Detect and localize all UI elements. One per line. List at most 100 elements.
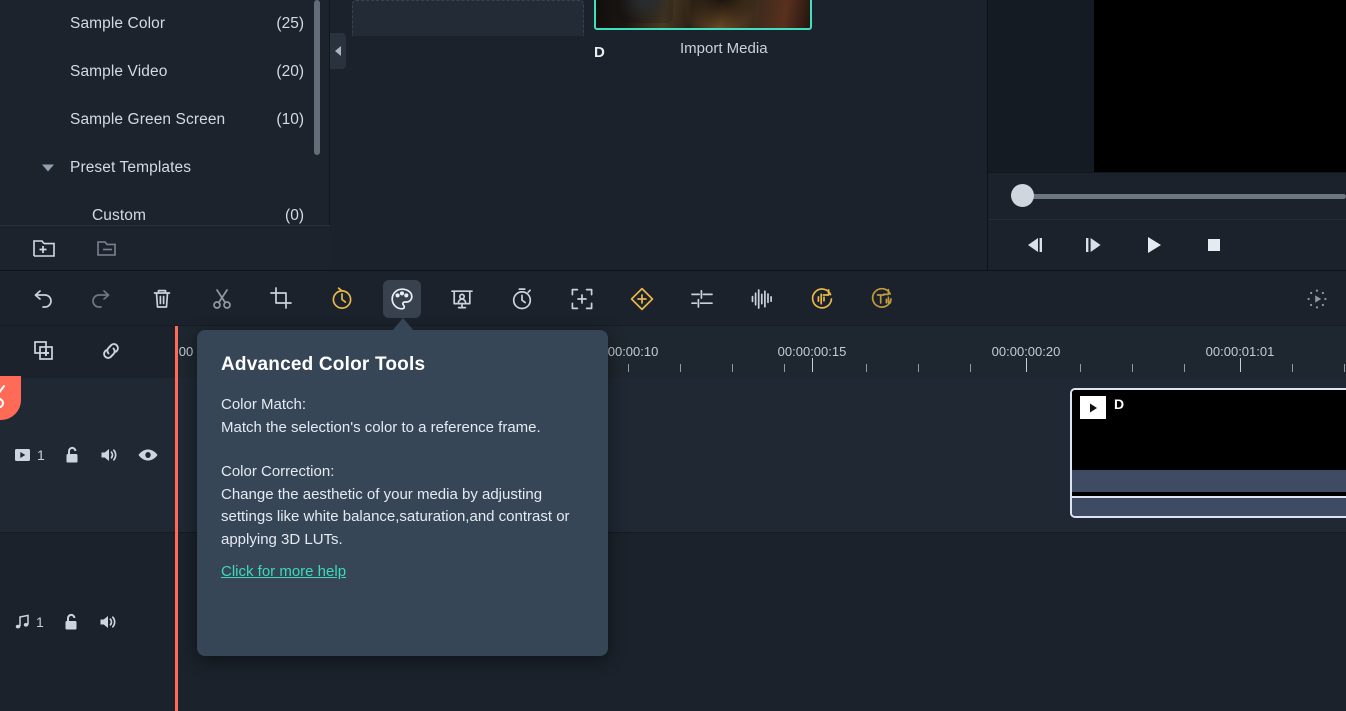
link-icon[interactable] — [98, 338, 124, 364]
speaker-icon[interactable] — [98, 613, 118, 631]
media-item-title: D — [594, 44, 605, 61]
tooltip-help-link[interactable]: Click for more help — [221, 563, 346, 580]
auto-captions-button[interactable] — [863, 280, 901, 318]
unlock-icon[interactable] — [62, 612, 80, 632]
preview-player — [988, 0, 1346, 270]
speed-button[interactable] — [323, 280, 361, 318]
delete-button[interactable] — [143, 280, 181, 318]
preview-transport-controls — [988, 219, 1346, 270]
timeline-tools — [0, 326, 175, 376]
chevron-down-icon[interactable] — [42, 164, 54, 172]
library-tree-item-label: Sample Video — [70, 63, 168, 80]
library-tree-item-label: Custom — [92, 207, 147, 224]
step-back-icon[interactable] — [1018, 230, 1050, 260]
library-tree-item[interactable]: Preset Templates — [0, 144, 330, 192]
stop-icon[interactable] — [1198, 230, 1230, 260]
redo-button[interactable] — [83, 280, 121, 318]
library-sidebar: Sample Color (25) Sample Video (20) Sample G… — [0, 0, 330, 270]
video-track-icon[interactable]: 1 — [14, 447, 45, 463]
tooltip-section2-text: Change the aesthetic of your media by ad… — [221, 485, 570, 548]
audio-track-number: 1 — [36, 614, 44, 630]
render-preview-button[interactable] — [1298, 280, 1336, 318]
playhead[interactable] — [175, 326, 178, 711]
media-thumbnail[interactable] — [594, 0, 812, 30]
library-tree-item-label: Preset Templates — [70, 159, 192, 176]
library-tree-item[interactable]: Sample Green Screen (10) — [0, 96, 330, 144]
speaker-icon[interactable] — [99, 446, 119, 464]
keyframe-button[interactable] — [623, 280, 661, 318]
media-browser: Import Media D — [330, 0, 988, 270]
ruler-tick-major — [1240, 358, 1241, 372]
clip-title: D — [1114, 396, 1125, 412]
audio-mixer-button[interactable] — [683, 280, 721, 318]
ruler-tick — [784, 364, 785, 372]
media-item[interactable]: D — [594, 0, 812, 61]
audio-track-header: 1 — [0, 533, 175, 711]
preview-seekbar[interactable] — [988, 172, 1346, 219]
seek-rail[interactable] — [1021, 194, 1346, 199]
audio-circle-icon — [809, 286, 835, 312]
ruler-tick-major — [1026, 358, 1027, 372]
library-tree-item-count: (10) — [276, 111, 304, 128]
ruler-tick — [732, 364, 733, 372]
video-track-header: 1 — [0, 378, 175, 532]
speed-gauge-icon — [329, 286, 355, 312]
crop-button[interactable] — [263, 280, 301, 318]
eye-icon[interactable] — [137, 447, 159, 463]
undo-button[interactable] — [23, 280, 61, 318]
auto-reframe-button[interactable] — [563, 280, 601, 318]
ruler-timecode-label: 00 — [178, 344, 194, 359]
remove-folder-icon[interactable] — [94, 236, 122, 260]
audio-denoise-button[interactable] — [803, 280, 841, 318]
seek-handle[interactable] — [1011, 184, 1034, 207]
preview-video-surface[interactable] — [1094, 0, 1346, 172]
duplicate-icon[interactable] — [32, 338, 58, 364]
color-button[interactable] — [383, 280, 421, 318]
library-tree-item-count: (0) — [285, 207, 304, 224]
chevron-left-icon — [335, 46, 341, 56]
video-editor-window: Sample Color (25) Sample Video (20) Sample G… — [0, 0, 1346, 711]
ruler-tick — [1080, 364, 1081, 372]
play-icon[interactable] — [1138, 230, 1170, 260]
waveform-icon — [749, 286, 775, 312]
top-region: Sample Color (25) Sample Video (20) Sample G… — [0, 0, 1346, 270]
step-forward-icon[interactable] — [1078, 230, 1110, 260]
unlock-icon[interactable] — [63, 445, 81, 465]
library-tree-item[interactable]: Sample Color (25) — [0, 0, 330, 48]
edit-toolbar — [0, 270, 1346, 326]
import-media-dropzone[interactable] — [352, 0, 584, 36]
tooltip-section2-heading: Color Correction: — [221, 463, 335, 480]
library-tree-item-count: (25) — [276, 15, 304, 32]
ruler-tick-major — [812, 358, 813, 372]
ruler-timecode-label: 00:00:00:15 — [777, 344, 847, 359]
stabilization-button[interactable] — [503, 280, 541, 318]
clip-audio-waveform-lower — [1072, 496, 1346, 516]
ruler-tick — [1132, 364, 1133, 372]
new-folder-icon[interactable] — [32, 236, 60, 260]
timeline-clip[interactable]: D — [1070, 388, 1346, 518]
preview-stage — [988, 0, 1346, 172]
tooltip-section1-text: Match the selection's color to a referen… — [221, 418, 541, 436]
undo-icon — [29, 286, 55, 312]
redo-icon — [89, 286, 115, 312]
text-to-speech-icon — [869, 286, 895, 312]
library-tree-item[interactable]: Sample Video (20) — [0, 48, 330, 96]
sidebar-footer — [0, 225, 330, 270]
stopwatch-icon — [509, 286, 535, 312]
play-badge-icon — [1080, 396, 1106, 419]
collapse-panel-button[interactable] — [330, 33, 346, 69]
green-screen-button[interactable] — [443, 280, 481, 318]
keyframe-diamond-icon — [629, 286, 655, 312]
music-note-icon[interactable]: 1 — [14, 613, 44, 631]
playhead-ruler-marker — [175, 326, 178, 378]
library-tree: Sample Color (25) Sample Video (20) Sample G… — [0, 0, 330, 240]
chroma-key-icon — [449, 286, 475, 312]
reframe-icon — [569, 286, 595, 312]
sidebar-scrollbar[interactable] — [314, 0, 320, 155]
color-palette-icon — [389, 286, 415, 312]
audio-waveform-button[interactable] — [743, 280, 781, 318]
clip-audio-waveform-upper — [1072, 470, 1346, 492]
ruler-timecode-label: 00:00:00:20 — [991, 344, 1061, 359]
split-button[interactable] — [203, 280, 241, 318]
ruler-tick — [866, 364, 867, 372]
